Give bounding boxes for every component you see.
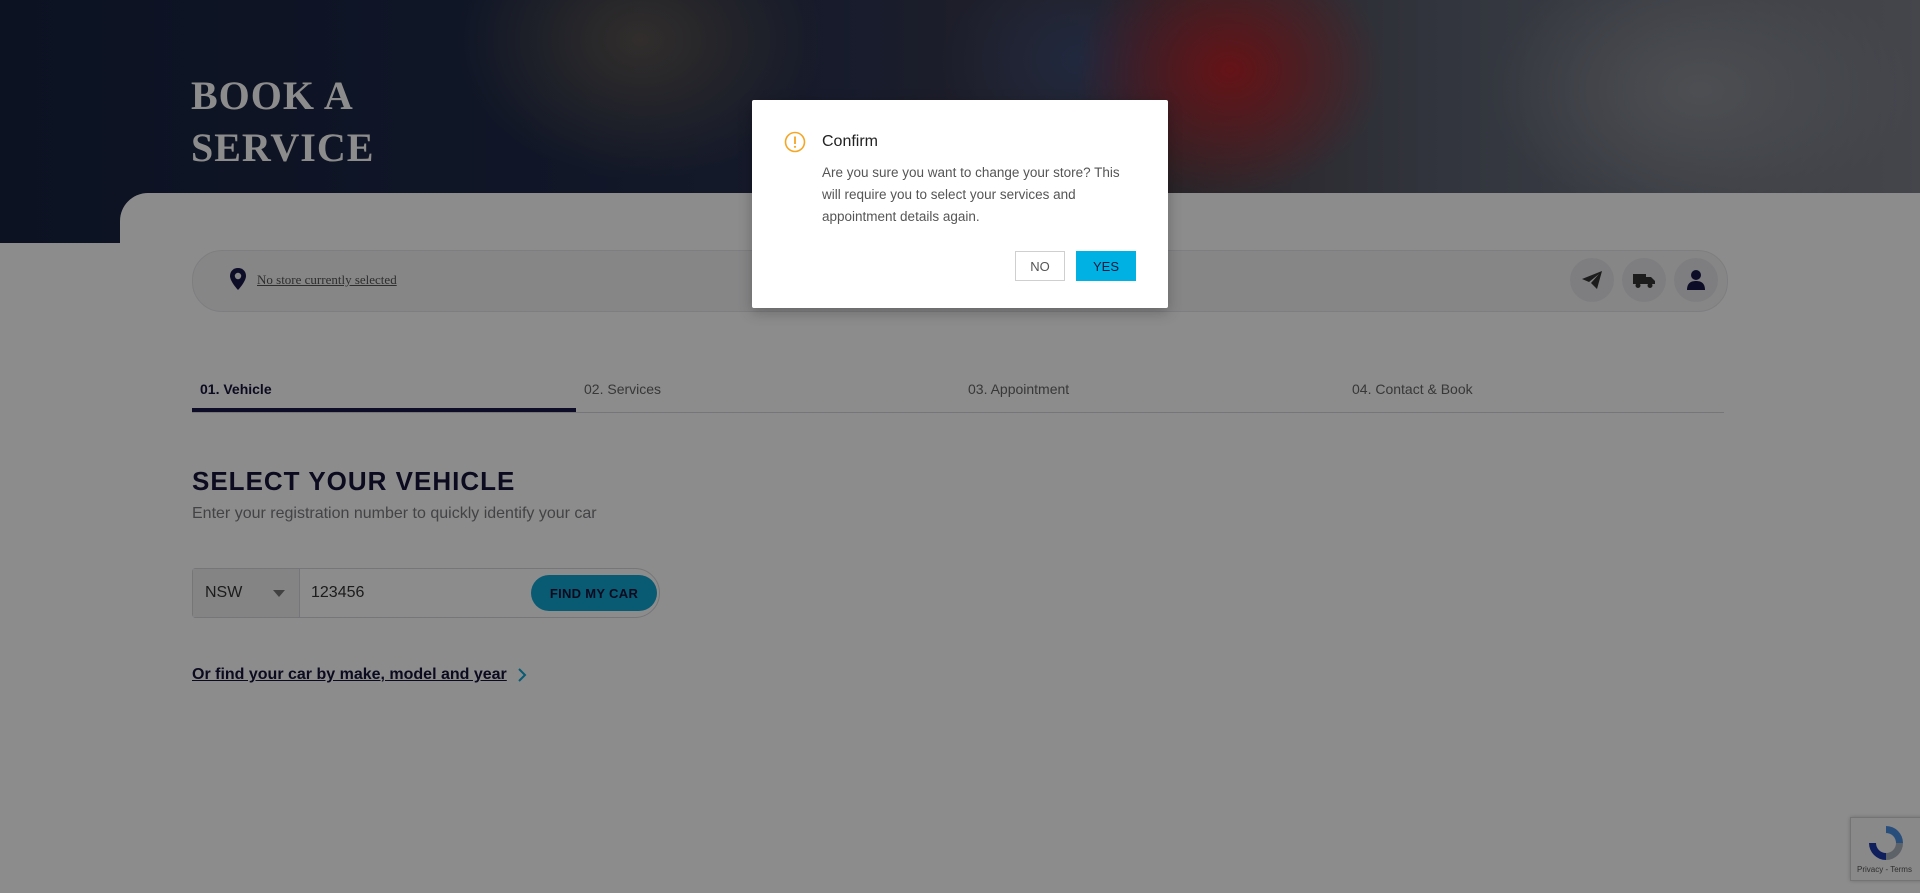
no-button[interactable]: NO bbox=[1015, 251, 1065, 281]
yes-button[interactable]: YES bbox=[1076, 251, 1136, 281]
dialog-message: Are you sure you want to change your sto… bbox=[822, 165, 1120, 224]
confirm-dialog: Confirm Are you sure you want to change … bbox=[752, 100, 1168, 308]
warning-icon bbox=[784, 131, 806, 153]
dialog-title: Confirm bbox=[822, 133, 879, 150]
